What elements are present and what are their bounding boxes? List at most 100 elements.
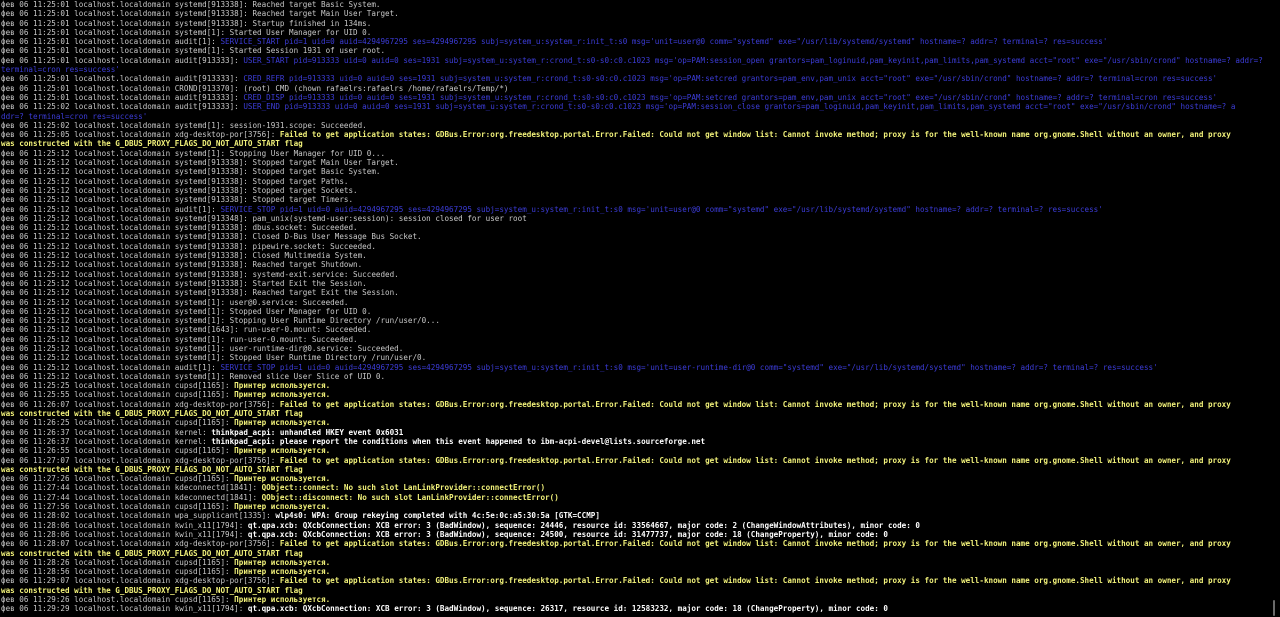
log-line-message: Failed to get application states: GDBus.… (279, 455, 1231, 465)
log-line-message: was constructed with the G_DBUS_PROXY_FL… (1, 548, 303, 558)
log-line: фев 06 11:27:07 localhost.localdomain xd… (0, 456, 1268, 465)
log-line-prefix: фев 06 11:28:06 localhost.localdomain kw… (1, 520, 248, 530)
log-line-prefix: фев 06 11:25:12 localhost.localdomain sy… (1, 353, 230, 363)
log-line-prefix: фев 06 11:25:01 localhost.localdomain sy… (1, 9, 253, 19)
log-line-message: thinkpad_acpi: unhandled HKEY event 0x60… (211, 427, 404, 437)
log-line-prefix: фев 06 11:25:12 localhost.localdomain sy… (1, 195, 253, 205)
log-line-message: SERVICE_STOP pid=1 uid=0 auid=4294967295… (220, 362, 1158, 372)
log-line: фев 06 11:29:26 localhost.localdomain cu… (0, 595, 1268, 604)
log-line: фев 06 11:28:07 localhost.localdomain xd… (0, 539, 1268, 548)
log-line: фев 06 11:25:12 localhost.localdomain sy… (0, 158, 1268, 167)
log-line-prefix: фев 06 11:25:12 localhost.localdomain sy… (1, 334, 230, 344)
log-line-prefix: фев 06 11:27:07 localhost.localdomain xd… (1, 455, 280, 465)
log-line: фев 06 11:27:44 localhost.localdomain kd… (0, 493, 1268, 502)
log-line-message: SERVICE_STOP pid=1 uid=0 auid=4294967295… (220, 204, 1103, 214)
log-line-prefix: фев 06 11:26:37 localhost.localdomain ke… (1, 436, 212, 446)
log-line-prefix: фев 06 11:25:01 localhost.localdomain au… (1, 92, 244, 102)
log-line: фев 06 11:25:12 localhost.localdomain au… (0, 363, 1268, 372)
log-line-message: thinkpad_acpi: please report the conditi… (211, 436, 706, 446)
log-line-message: run-user-0.mount: Succeeded. (229, 334, 358, 344)
log-line-prefix: фев 06 11:28:26 localhost.localdomain cu… (1, 557, 235, 567)
log-line-message: Reached target Basic System. (252, 0, 381, 9)
log-line: фев 06 11:25:25 localhost.localdomain cu… (0, 381, 1268, 390)
log-line: фев 06 11:25:12 localhost.localdomain sy… (0, 251, 1268, 260)
log-line-prefix: фев 06 11:25:25 localhost.localdomain cu… (1, 381, 235, 391)
log-line-message: terminal=cron res=success' (1, 65, 120, 75)
log-line-message: Started Exit the Session. (252, 278, 367, 288)
log-line-message: qt.qpa.xcb: QXcbConnection: XCB error: 3… (247, 604, 888, 614)
log-line-prefix: фев 06 11:25:12 localhost.localdomain sy… (1, 158, 253, 168)
log-line-prefix: фев 06 11:28:56 localhost.localdomain cu… (1, 567, 235, 577)
log-line-message: Принтер используется. (234, 474, 331, 484)
log-line-message: Stopped target Sockets. (252, 185, 358, 195)
log-line: фев 06 11:26:25 localhost.localdomain cu… (0, 418, 1268, 427)
log-line: фев 06 11:29:07 localhost.localdomain xd… (0, 576, 1268, 585)
log-line: фев 06 11:29:29 localhost.localdomain kw… (0, 604, 1268, 613)
log-line-message: Reached target Shutdown. (252, 260, 363, 270)
log-line-prefix: фев 06 11:27:56 localhost.localdomain cu… (1, 502, 235, 512)
log-line: фев 06 11:25:05 localhost.localdomain xd… (0, 130, 1268, 139)
log-line: фев 06 11:25:01 localhost.localdomain au… (0, 74, 1268, 83)
log-line-message: Closed Multimedia System. (252, 251, 367, 261)
log-line: фев 06 11:25:12 localhost.localdomain sy… (0, 372, 1268, 381)
log-line-prefix: фев 06 11:26:55 localhost.localdomain cu… (1, 446, 235, 456)
log-line-prefix: фев 06 11:28:06 localhost.localdomain kw… (1, 529, 248, 539)
log-line-prefix: фев 06 11:26:37 localhost.localdomain ke… (1, 427, 212, 437)
log-line-prefix: фев 06 11:25:01 localhost.localdomain au… (1, 74, 244, 84)
log-line: фев 06 11:25:12 localhost.localdomain sy… (0, 307, 1268, 316)
log-line-prefix: фев 06 11:25:01 localhost.localdomain CR… (1, 83, 244, 93)
log-line: фев 06 11:25:02 localhost.localdomain sy… (0, 121, 1268, 130)
log-line: фев 06 11:25:12 localhost.localdomain sy… (0, 288, 1268, 297)
log-line-message: wlp4s0: WPA: Group rekeying completed wi… (275, 511, 600, 521)
log-line: фев 06 11:25:12 localhost.localdomain au… (0, 205, 1268, 214)
terminal-output[interactable]: фев 06 11:25:01 localhost.localdomain sy… (0, 0, 1268, 617)
log-line-message: user-runtime-dir@0.service: Succeeded. (229, 343, 404, 353)
log-line-message: ddr=? terminal=cron res=success' (1, 111, 148, 121)
log-line-prefix: фев 06 11:25:12 localhost.localdomain sy… (1, 223, 253, 233)
log-line: was constructed with the G_DBUS_PROXY_FL… (0, 549, 1268, 558)
log-line-prefix: фев 06 11:25:12 localhost.localdomain au… (1, 204, 221, 214)
log-line: фев 06 11:27:26 localhost.localdomain cu… (0, 474, 1268, 483)
vertical-scrollbar[interactable] (1268, 0, 1280, 617)
scrollbar-thumb[interactable] (1273, 600, 1275, 616)
log-line: фев 06 11:26:37 localhost.localdomain ke… (0, 428, 1268, 437)
log-line-prefix: фев 06 11:25:12 localhost.localdomain sy… (1, 148, 230, 158)
log-line-message: USER_START pid=913333 uid=0 auid=0 ses=1… (243, 55, 1263, 65)
log-line: фев 06 11:25:12 localhost.localdomain sy… (0, 195, 1268, 204)
log-line: фев 06 11:28:26 localhost.localdomain cu… (0, 558, 1268, 567)
log-line-message: Failed to get application states: GDBus.… (279, 539, 1231, 549)
log-line: фев 06 11:27:44 localhost.localdomain kd… (0, 483, 1268, 492)
log-line-message: was constructed with the G_DBUS_PROXY_FL… (1, 464, 303, 474)
log-line-prefix: фев 06 11:25:01 localhost.localdomain au… (1, 37, 221, 47)
log-line-prefix: фев 06 11:26:07 localhost.localdomain xd… (1, 399, 280, 409)
log-line: фев 06 11:25:12 localhost.localdomain sy… (0, 242, 1268, 251)
log-line-message: Принтер используется. (234, 446, 331, 456)
log-line: фев 06 11:25:02 localhost.localdomain au… (0, 102, 1268, 111)
log-line-message: CRED_REFR pid=913333 uid=0 auid=0 ses=19… (243, 74, 1218, 84)
log-line: фев 06 11:25:12 localhost.localdomain sy… (0, 177, 1268, 186)
log-line-message: session-1931.scope: Succeeded. (229, 120, 367, 130)
log-line-message: Reached target Main User Target. (252, 9, 399, 19)
log-line-message: Stopped User Manager for UID 0. (229, 306, 372, 316)
log-line-message: Stopped target Basic System. (252, 167, 381, 177)
log-line-prefix: фев 06 11:27:44 localhost.localdomain kd… (1, 483, 262, 493)
log-line-message: QObject::connect: No such slot LanLinkPr… (261, 483, 546, 493)
log-line-message: Failed to get application states: GDBus.… (279, 399, 1231, 409)
log-line: фев 06 11:25:12 localhost.localdomain sy… (0, 167, 1268, 176)
log-line-prefix: фев 06 11:25:12 localhost.localdomain sy… (1, 371, 230, 381)
log-line-message: Startup finished in 134ms. (252, 18, 372, 28)
log-line-message: was constructed with the G_DBUS_PROXY_FL… (1, 409, 303, 419)
log-line-prefix: фев 06 11:25:12 localhost.localdomain sy… (1, 297, 230, 307)
log-line-prefix: фев 06 11:27:44 localhost.localdomain kd… (1, 492, 262, 502)
log-line: фев 06 11:25:01 localhost.localdomain au… (0, 37, 1268, 46)
log-line-prefix: фев 06 11:25:12 localhost.localdomain sy… (1, 185, 253, 195)
log-line: фев 06 11:25:01 localhost.localdomain sy… (0, 9, 1268, 18)
log-line-prefix: фев 06 11:25:12 localhost.localdomain sy… (1, 343, 230, 353)
log-line-prefix: фев 06 11:25:01 localhost.localdomain sy… (1, 18, 253, 28)
log-line: фев 06 11:28:06 localhost.localdomain kw… (0, 521, 1268, 530)
log-line-prefix: фев 06 11:25:12 localhost.localdomain sy… (1, 167, 253, 177)
log-line-message: CRED_DISP pid=913333 uid=0 auid=0 ses=19… (243, 92, 1218, 102)
log-line: фев 06 11:25:01 localhost.localdomain sy… (0, 19, 1268, 28)
log-line: фев 06 11:25:55 localhost.localdomain cu… (0, 390, 1268, 399)
log-line: was constructed with the G_DBUS_PROXY_FL… (0, 139, 1268, 148)
